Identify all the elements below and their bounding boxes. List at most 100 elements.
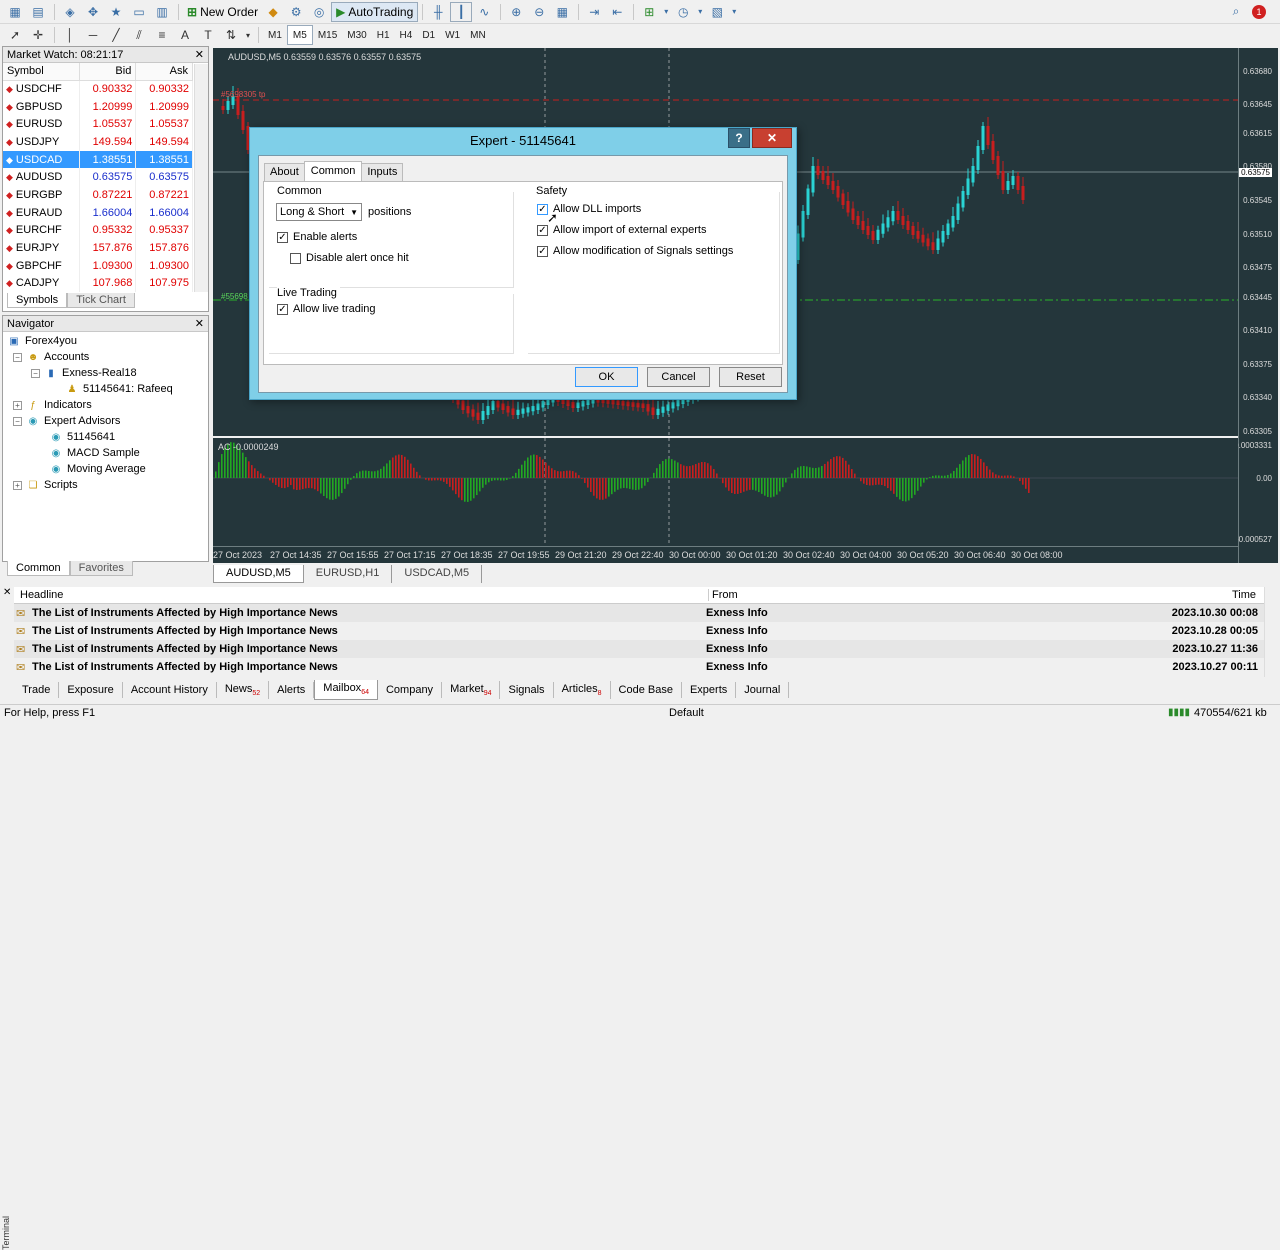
market-watch-row[interactable]: ◆EURAUD1.660041.66004 xyxy=(3,204,193,222)
dialog-tab-about[interactable]: About xyxy=(264,163,305,181)
allow-import-checkbox[interactable]: ✓ Allow import of external experts xyxy=(537,224,706,236)
nav-scripts[interactable]: + ❏ Scripts xyxy=(13,477,78,493)
market-watch-row[interactable]: ◆CADJPY107.968107.975 xyxy=(3,275,193,293)
market-watch-row[interactable]: ◆USDCAD1.385511.38551 xyxy=(3,151,193,169)
col-headline[interactable]: Headline xyxy=(20,589,63,601)
allow-signals-modification-checkbox[interactable]: ✓ Allow modification of Signals settings xyxy=(537,245,733,257)
expand-icon[interactable]: + xyxy=(13,401,22,410)
arrows-icon[interactable]: ⇅ xyxy=(220,25,242,45)
market-watch-row[interactable]: ◆EURCHF0.953320.95337 xyxy=(3,222,193,240)
profiles-icon[interactable]: ▤ xyxy=(27,2,49,22)
market-watch-row[interactable]: ◆EURGBP0.872210.87221 xyxy=(3,186,193,204)
market-watch-row[interactable]: ◆USDJPY149.594149.594 xyxy=(3,133,193,151)
dialog-tab-common[interactable]: Common xyxy=(304,161,363,181)
crosshair-icon[interactable]: ✛ xyxy=(27,25,49,45)
templates-icon[interactable]: ▧ xyxy=(706,2,728,22)
timeframe-m5[interactable]: M5 xyxy=(287,25,313,45)
fibo-icon[interactable]: ≡ xyxy=(151,25,173,45)
terminal-tab-company[interactable]: Company xyxy=(378,682,442,698)
expand-icon[interactable]: + xyxy=(13,481,22,490)
signals-icon[interactable]: ◎ xyxy=(308,2,330,22)
text-icon[interactable]: A xyxy=(174,25,196,45)
close-icon[interactable]: ✕ xyxy=(3,587,11,598)
new-chart-icon[interactable]: ▦ xyxy=(4,2,26,22)
market-watch-row[interactable]: ◆GBPCHF1.093001.09300 xyxy=(3,257,193,275)
notification-icon[interactable]: 1 xyxy=(1248,2,1270,22)
text-label-icon[interactable]: T xyxy=(197,25,219,45)
search-icon[interactable]: ⌕ xyxy=(1225,2,1247,22)
terminal-tab-market[interactable]: Market94 xyxy=(442,681,500,699)
nav-expert-advisors[interactable]: − ◉ Expert Advisors xyxy=(13,413,120,429)
candlestick-icon[interactable]: ┃ xyxy=(450,2,472,22)
col-from[interactable]: From xyxy=(708,589,738,601)
tester-icon[interactable]: ▥ xyxy=(151,2,173,22)
price-scale[interactable]: 0.636800.636450.636150.635800.635750.635… xyxy=(1238,48,1278,563)
nav-server[interactable]: − ▮ Exness-Real18 xyxy=(31,365,137,381)
nav-ea-macd-sample[interactable]: ◉ MACD Sample xyxy=(49,445,140,461)
trendline-icon[interactable]: ╱ xyxy=(105,25,127,45)
terminal-tab-code-base[interactable]: Code Base xyxy=(611,682,682,698)
tab-common[interactable]: Common xyxy=(7,561,70,576)
zoom-in-icon[interactable]: ⊕ xyxy=(505,2,527,22)
chevron-down-icon[interactable]: ▾ xyxy=(243,25,253,45)
terminal-tab-account-history[interactable]: Account History xyxy=(123,682,217,698)
timeframe-w1[interactable]: W1 xyxy=(440,25,465,45)
help-button[interactable]: ? xyxy=(728,128,750,148)
close-icon[interactable]: ✕ xyxy=(195,317,204,330)
close-button[interactable]: ✕ xyxy=(752,128,792,148)
ac-oscillator-window[interactable]: AC -0.0000249 xyxy=(213,438,1238,546)
nav-root[interactable]: ▣ Forex4you xyxy=(7,333,77,349)
chevron-down-icon[interactable]: ▾ xyxy=(695,2,705,22)
new-order-button[interactable]: ⊞ New Order xyxy=(183,2,262,22)
enable-alerts-checkbox[interactable]: ✓ Enable alerts xyxy=(277,231,357,243)
terminal-icon[interactable]: ▭ xyxy=(128,2,150,22)
market-watch-icon[interactable]: ◈ xyxy=(59,2,81,22)
channel-icon[interactable]: ⫽ xyxy=(128,25,150,45)
collapse-icon[interactable]: − xyxy=(31,369,40,378)
nav-accounts[interactable]: − ☻ Accounts xyxy=(13,349,89,365)
chart-shift-icon[interactable]: ⇤ xyxy=(606,2,628,22)
horizontal-line-icon[interactable]: ─ xyxy=(82,25,104,45)
allow-live-trading-checkbox[interactable]: ✓ Allow live trading xyxy=(277,303,376,315)
autotrading-button[interactable]: ▶ AutoTrading xyxy=(331,2,418,22)
news-row[interactable]: ✉The List of Instruments Affected by Hig… xyxy=(14,622,1264,640)
metaeditor-icon[interactable]: ◆ xyxy=(262,2,284,22)
ok-button[interactable]: OK xyxy=(575,367,638,387)
data-window-icon[interactable]: ✥ xyxy=(82,2,104,22)
disable-alert-once-checkbox[interactable]: Disable alert once hit xyxy=(290,252,409,264)
collapse-icon[interactable]: − xyxy=(13,417,22,426)
tile-windows-icon[interactable]: ▦ xyxy=(551,2,573,22)
news-row[interactable]: ✉The List of Instruments Affected by Hig… xyxy=(14,658,1264,676)
zoom-out-icon[interactable]: ⊖ xyxy=(528,2,550,22)
time-scale[interactable]: 27 Oct 202327 Oct 14:3527 Oct 15:5527 Oc… xyxy=(213,546,1238,563)
terminal-tab-trade[interactable]: Trade xyxy=(14,682,59,698)
market-watch-row[interactable]: ◆USDCHF0.903320.90332 xyxy=(3,80,193,98)
positions-select[interactable]: Long & Short ▼ xyxy=(276,203,362,221)
news-row[interactable]: ✉The List of Instruments Affected by Hig… xyxy=(14,604,1264,622)
terminal-tab-mailbox[interactable]: Mailbox64 xyxy=(314,680,378,699)
market-watch-row[interactable]: ◆AUDUSD0.635750.63575 xyxy=(3,168,193,186)
tab-tick-chart[interactable]: Tick Chart xyxy=(67,293,135,308)
nav-indicators[interactable]: + ƒ Indicators xyxy=(13,397,92,413)
cursor-icon[interactable]: ➚ xyxy=(4,25,26,45)
terminal-tab-experts[interactable]: Experts xyxy=(682,682,736,698)
periods-icon[interactable]: ◷ xyxy=(672,2,694,22)
timeframe-m15[interactable]: M15 xyxy=(313,25,342,45)
scroll-end-icon[interactable]: ⇥ xyxy=(583,2,605,22)
nav-ea-51145641[interactable]: ◉ 51145641 xyxy=(49,429,115,445)
col-ask[interactable]: Ask xyxy=(136,63,193,80)
options-icon[interactable]: ⚙ xyxy=(285,2,307,22)
news-row[interactable]: ✉The List of Instruments Affected by Hig… xyxy=(14,640,1264,658)
nav-account[interactable]: ♟ 51145641: Rafeeq xyxy=(65,381,173,397)
terminal-tab-articles[interactable]: Articles8 xyxy=(554,681,611,699)
reset-button[interactable]: Reset xyxy=(719,367,782,387)
close-icon[interactable]: ✕ xyxy=(195,48,204,61)
terminal-tab-exposure[interactable]: Exposure xyxy=(59,682,122,698)
cancel-button[interactable]: Cancel xyxy=(647,367,710,387)
timeframe-mn[interactable]: MN xyxy=(465,25,491,45)
market-watch-row[interactable]: ◆EURJPY157.876157.876 xyxy=(3,239,193,257)
tab-symbols[interactable]: Symbols xyxy=(7,293,67,308)
line-chart-icon[interactable]: ∿ xyxy=(473,2,495,22)
collapse-icon[interactable]: − xyxy=(13,353,22,362)
timeframe-m30[interactable]: M30 xyxy=(342,25,371,45)
